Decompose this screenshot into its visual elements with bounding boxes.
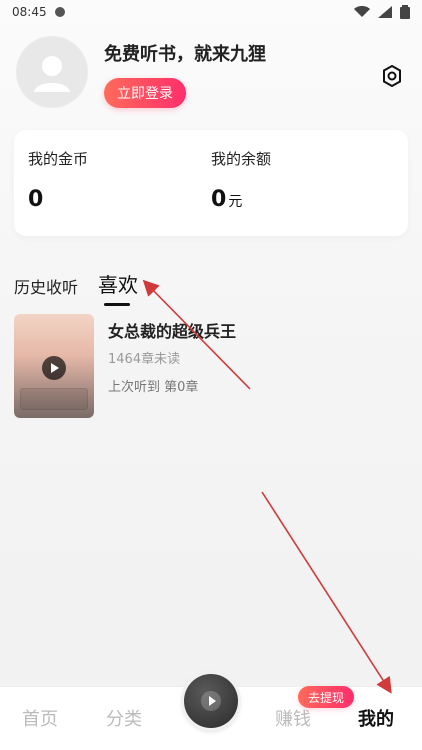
play-icon (201, 691, 221, 711)
tab-favorites-label: 喜欢 (98, 273, 139, 297)
coins-value: 0 (28, 187, 88, 212)
balance-label: 我的余额 (211, 150, 272, 168)
battery-icon (400, 5, 410, 19)
nav-category[interactable]: 分类 (106, 705, 142, 731)
wifi-icon (354, 6, 370, 18)
balance-unit: 元 (228, 194, 243, 210)
withdraw-badge[interactable]: 去提现 (298, 686, 354, 708)
nav-earn[interactable]: 赚钱 (275, 705, 311, 731)
gear-icon (383, 64, 401, 88)
status-left: 08:45 (12, 5, 65, 19)
balance-section[interactable]: 我的余额 0 元 (211, 148, 271, 212)
balance-number: 0 (211, 187, 227, 212)
center-player[interactable] (184, 674, 238, 728)
tab-history[interactable]: 历史收听 (14, 274, 78, 298)
cover-logo (20, 388, 88, 410)
settings-button[interactable] (378, 62, 406, 90)
tab-underline (104, 303, 131, 306)
slogan: 免费听书，就来九狸 (104, 44, 266, 65)
wallet-card: 我的金币 0 我的余额 0 元 (14, 130, 408, 236)
profile-header: 免费听书，就来九狸 立即登录 (0, 32, 422, 122)
book-item[interactable]: 女总裁的超级兵王 1464章未读 上次听到 第0章 (14, 314, 408, 418)
status-time: 08:45 (12, 5, 47, 19)
play-icon[interactable] (42, 356, 66, 380)
tab-favorites[interactable]: 喜欢 (98, 269, 139, 306)
signal-icon (378, 6, 392, 18)
status-right (354, 5, 410, 19)
avatar[interactable] (16, 36, 88, 108)
listen-tabs: 历史收听 喜欢 (14, 264, 139, 306)
book-last-listened: 上次听到 第0章 (108, 380, 199, 395)
user-icon (34, 56, 70, 92)
coins-section[interactable]: 我的金币 0 (28, 148, 88, 212)
nav-me[interactable]: 我的 (358, 705, 394, 731)
book-cover[interactable] (14, 314, 94, 418)
login-button[interactable]: 立即登录 (104, 78, 186, 108)
dot-icon (54, 7, 65, 17)
status-bar: 08:45 (0, 0, 422, 24)
coins-number: 0 (28, 187, 44, 212)
book-unread: 1464章未读 (108, 352, 181, 367)
coins-label: 我的金币 (28, 150, 89, 168)
nav-home[interactable]: 首页 (22, 705, 58, 731)
book-title: 女总裁的超级兵王 (108, 322, 237, 341)
balance-value: 0 元 (211, 187, 271, 212)
